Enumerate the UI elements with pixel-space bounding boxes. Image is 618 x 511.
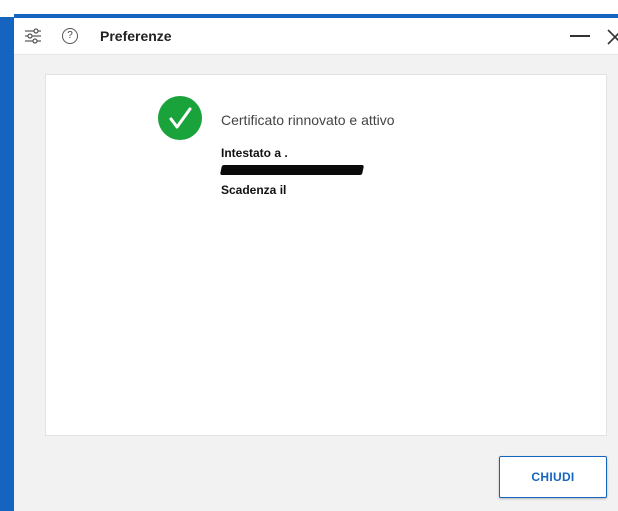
preferences-window: ? Preferenze Certificato rinnovato e att… [14, 18, 618, 511]
check-circle-icon [158, 96, 202, 140]
certificate-status-text: Certificato rinnovato e attivo [221, 112, 395, 128]
minimize-icon[interactable] [570, 35, 590, 37]
window-title: Preferenze [100, 28, 172, 44]
screen-top-edge [0, 0, 618, 18]
help-icon[interactable]: ? [62, 28, 78, 44]
settings-sliders-icon[interactable] [24, 27, 42, 45]
title-bar: ? Preferenze [14, 18, 618, 55]
expiry-label: Scadenza il [221, 183, 287, 197]
window-border-left [0, 17, 14, 511]
issued-to-label: Intestato a . [221, 146, 288, 160]
close-icon[interactable] [606, 28, 618, 46]
close-button[interactable]: CHIUDI [499, 456, 607, 498]
redacted-holder-name [219, 165, 365, 175]
certificate-status-panel: Certificato rinnovato e attivo Intestato… [45, 74, 607, 436]
